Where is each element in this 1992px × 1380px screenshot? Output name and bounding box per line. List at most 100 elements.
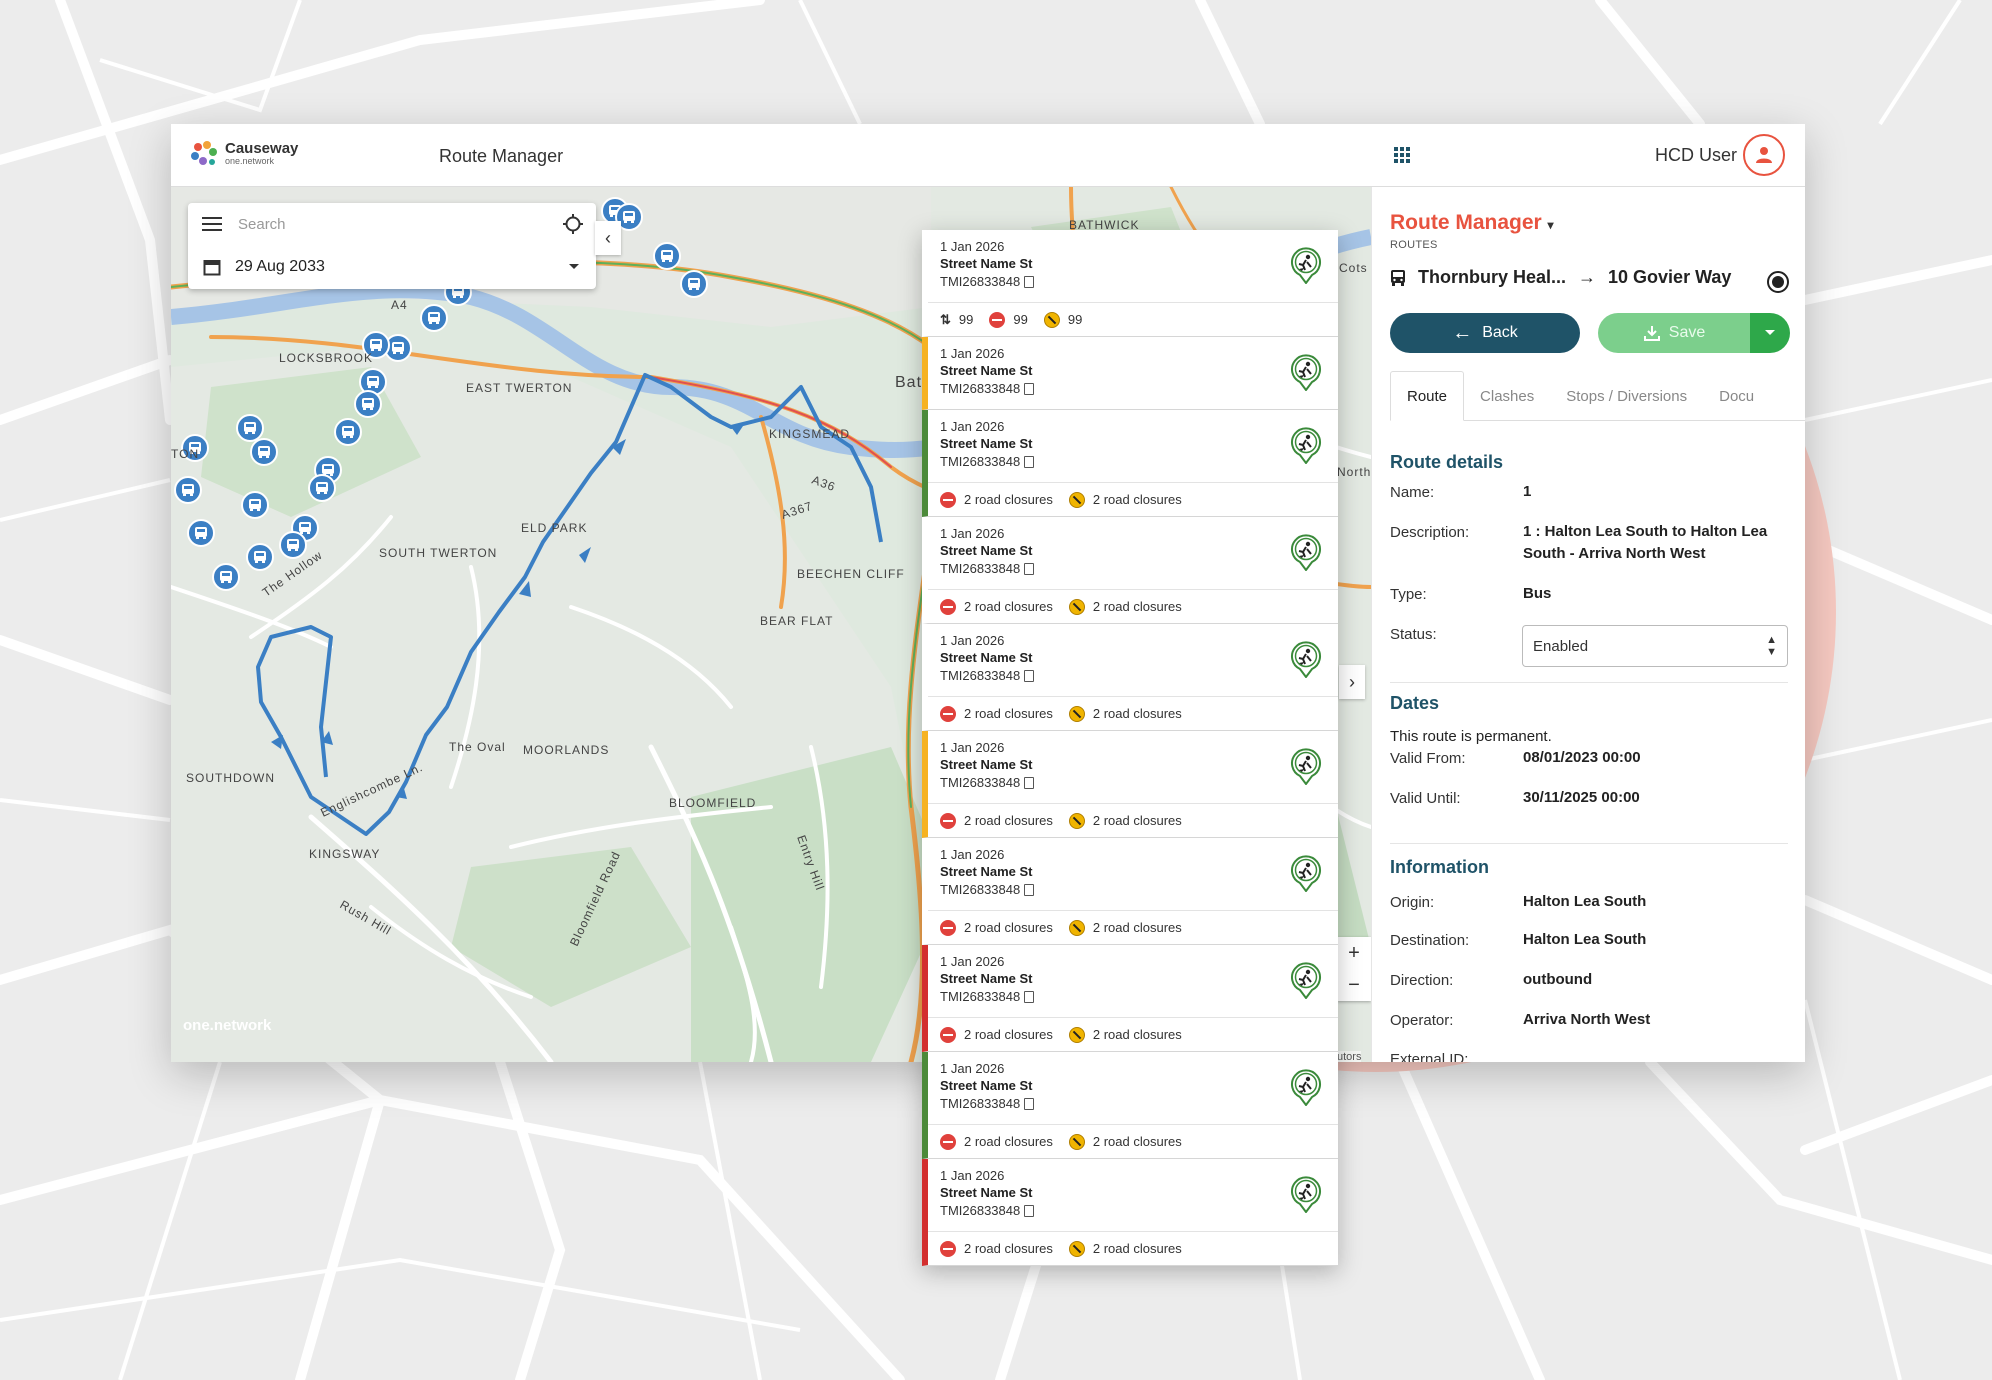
event-header[interactable]: 1 Jan 2026 Street Name St TMI26833848 bbox=[928, 230, 1338, 302]
copy-icon[interactable] bbox=[1024, 563, 1035, 575]
copy-icon[interactable] bbox=[1024, 276, 1035, 288]
event-item[interactable]: 1 Jan 2026 Street Name St TMI26833848 2 roa… bbox=[922, 517, 1338, 624]
event-header[interactable]: 1 Jan 2026 Street Name St TMI26833848 bbox=[928, 838, 1338, 910]
bus-stop-marker[interactable] bbox=[174, 476, 202, 504]
closure-icon bbox=[940, 491, 956, 508]
copy-icon[interactable] bbox=[1024, 777, 1035, 789]
event-item[interactable]: 1 Jan 2026 Street Name St TMI26833848 2 roa… bbox=[922, 410, 1338, 517]
copy-icon[interactable] bbox=[1024, 1098, 1035, 1110]
copy-icon[interactable] bbox=[1024, 456, 1035, 468]
restriction-icon bbox=[1068, 919, 1085, 936]
route-visibility-radio[interactable] bbox=[1767, 271, 1789, 293]
copy-icon[interactable] bbox=[1024, 1205, 1035, 1217]
panel-title[interactable]: Route Manager ▾ bbox=[1390, 211, 1554, 235]
name-label: Name: bbox=[1390, 484, 1435, 501]
event-closures: 2 road closures bbox=[964, 706, 1053, 721]
event-header[interactable]: 1 Jan 2026 Street Name St TMI26833848 bbox=[928, 945, 1338, 1017]
status-select[interactable]: Enabled ▲ ▼ bbox=[1522, 625, 1788, 667]
event-item[interactable]: 1 Jan 2026 Street Name St TMI26833848 2 roa… bbox=[922, 1159, 1338, 1266]
copy-icon[interactable] bbox=[1024, 991, 1035, 1003]
event-closures: 2 road closures bbox=[964, 1241, 1053, 1256]
event-item[interactable]: 1 Jan 2026 Street Name St TMI26833848 bbox=[922, 337, 1338, 410]
event-ref-text: TMI26833848 bbox=[940, 775, 1021, 790]
event-item[interactable]: 1 Jan 2026 Street Name St TMI26833848 2 roa… bbox=[922, 945, 1338, 1052]
event-header[interactable]: 1 Jan 2026 Street Name St TMI26833848 bbox=[928, 1052, 1338, 1124]
save-button[interactable]: Save bbox=[1598, 313, 1750, 353]
search-input[interactable]: Search bbox=[238, 216, 562, 233]
bus-stop-marker[interactable] bbox=[680, 270, 708, 298]
menu-icon[interactable] bbox=[202, 216, 222, 232]
event-ref-text: TMI26833848 bbox=[940, 561, 1021, 576]
collapse-panel-button[interactable]: ‹ bbox=[595, 221, 621, 255]
event-street: Street Name St bbox=[940, 757, 1033, 772]
copy-icon[interactable] bbox=[1024, 884, 1035, 896]
expand-panel-button[interactable]: › bbox=[1339, 665, 1365, 699]
roadworks-icon bbox=[1290, 640, 1322, 679]
map-contributors[interactable]: utors bbox=[1337, 1051, 1362, 1062]
tab-clashes[interactable]: Clashes bbox=[1464, 371, 1550, 421]
bus-stop-marker[interactable] bbox=[420, 304, 448, 332]
top-bar: Causeway one.network Route Manager HCD U… bbox=[171, 124, 1805, 187]
event-header[interactable]: 1 Jan 2026 Street Name St TMI26833848 bbox=[928, 1159, 1338, 1231]
event-restrictions: 2 road closures bbox=[1092, 813, 1182, 828]
bus-stop-marker[interactable] bbox=[279, 531, 307, 559]
valid-from-value: 08/01/2023 00:00 bbox=[1523, 749, 1641, 766]
map-label: Cots bbox=[1339, 261, 1368, 275]
zoom-out-button[interactable]: − bbox=[1337, 969, 1371, 1001]
dates-heading: Dates bbox=[1390, 693, 1440, 713]
event-item[interactable]: 1 Jan 2026 Street Name St TMI26833848 2 roa… bbox=[922, 1052, 1338, 1159]
event-ref: TMI26833848 bbox=[940, 452, 1338, 472]
dropdown-caret-icon[interactable] bbox=[568, 263, 580, 271]
save-options-button[interactable] bbox=[1750, 313, 1790, 353]
tab-stops-diversions[interactable]: Stops / Diversions bbox=[1550, 371, 1703, 421]
closure-icon bbox=[940, 705, 956, 722]
event-header[interactable]: 1 Jan 2026 Street Name St TMI26833848 bbox=[928, 517, 1338, 589]
bus-stop-marker[interactable] bbox=[212, 563, 240, 591]
date-value: 29 Aug 2033 bbox=[235, 258, 325, 275]
bus-stop-marker[interactable] bbox=[246, 543, 274, 571]
event-street: Street Name St bbox=[940, 1078, 1033, 1093]
brand-logo[interactable]: Causeway one.network bbox=[189, 139, 298, 169]
bus-stop-marker[interactable] bbox=[308, 474, 336, 502]
date-picker[interactable]: 29 Aug 2033 bbox=[188, 247, 596, 287]
event-item[interactable]: 1 Jan 2026 Street Name St TMI26833848 2 roa… bbox=[922, 838, 1338, 945]
event-ref-text: TMI26833848 bbox=[940, 668, 1021, 683]
bus-stop-marker[interactable] bbox=[241, 491, 269, 519]
tab-route[interactable]: Route bbox=[1390, 371, 1465, 421]
bus-stop-marker[interactable] bbox=[187, 519, 215, 547]
event-header[interactable]: 1 Jan 2026 Street Name St TMI26833848 bbox=[928, 731, 1338, 803]
event-item[interactable]: 1 Jan 2026 Street Name St TMI26833848 ⇅ 99 99… bbox=[922, 230, 1338, 337]
bus-stop-marker[interactable] bbox=[334, 418, 362, 446]
bus-stop-marker[interactable] bbox=[250, 438, 278, 466]
user-avatar[interactable] bbox=[1743, 134, 1785, 176]
event-footer: 2 road closures 2 road closures bbox=[928, 910, 1338, 944]
map-attribution: one.network bbox=[183, 1017, 272, 1034]
bus-stop-marker[interactable] bbox=[653, 242, 681, 270]
roadworks-icon bbox=[1290, 854, 1322, 893]
locate-icon[interactable] bbox=[562, 213, 584, 235]
event-street: Street Name St bbox=[940, 363, 1033, 378]
back-button[interactable]: ← Back bbox=[1390, 313, 1580, 353]
zoom-in-button[interactable]: + bbox=[1337, 937, 1371, 969]
events-list: 1 Jan 2026 Street Name St TMI26833848 ⇅ 99 99… bbox=[922, 230, 1338, 1266]
copy-icon[interactable] bbox=[1024, 383, 1035, 395]
bus-stop-marker[interactable] bbox=[236, 414, 264, 442]
event-header[interactable]: 1 Jan 2026 Street Name St TMI26833848 bbox=[928, 337, 1338, 409]
map-label: MOORLANDS bbox=[523, 743, 609, 757]
copy-icon[interactable] bbox=[1024, 670, 1035, 682]
event-closures: 2 road closures bbox=[964, 1027, 1053, 1042]
search-row[interactable]: Search bbox=[188, 203, 596, 245]
map-label: The Oval bbox=[449, 740, 506, 754]
event-header[interactable]: 1 Jan 2026 Street Name St TMI26833848 bbox=[928, 410, 1338, 482]
tab-documents[interactable]: Docu bbox=[1703, 371, 1770, 421]
event-header[interactable]: 1 Jan 2026 Street Name St TMI26833848 bbox=[928, 624, 1338, 696]
app-grid-icon[interactable] bbox=[1393, 146, 1411, 164]
status-value: Enabled bbox=[1533, 637, 1589, 655]
event-item[interactable]: 1 Jan 2026 Street Name St TMI26833848 2 roa… bbox=[922, 624, 1338, 731]
bus-stop-marker[interactable] bbox=[354, 390, 382, 418]
event-street: Street Name St bbox=[940, 436, 1033, 451]
description-label: Description: bbox=[1390, 524, 1470, 541]
operator-label: Operator: bbox=[1390, 1012, 1454, 1029]
user-name[interactable]: HCD User bbox=[1655, 145, 1737, 166]
event-item[interactable]: 1 Jan 2026 Street Name St TMI26833848 2 roa… bbox=[922, 731, 1338, 838]
